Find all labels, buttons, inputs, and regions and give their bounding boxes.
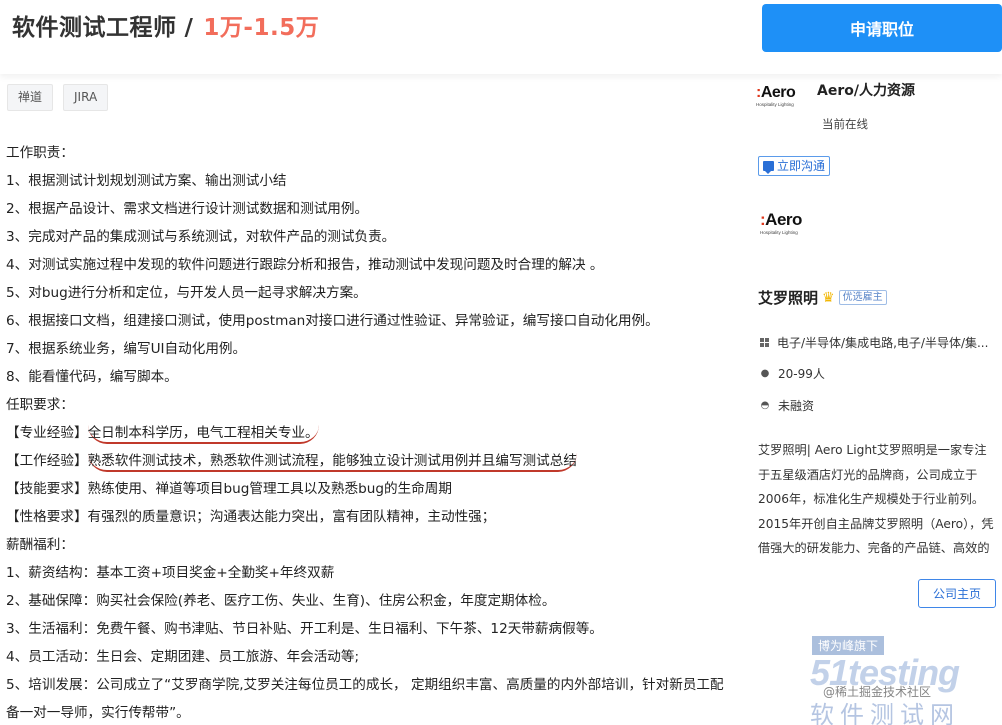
apply-button[interactable]: 申请职位	[762, 4, 1002, 52]
req-text: 全日制本科学历，电气工程相关专业。	[87, 425, 319, 444]
benefit-line: 3、生活福利：免费午餐、购书津贴、节日补贴、开工利是、生日福利、下午茶、12天带…	[6, 621, 603, 637]
watermark-credit: @稀土掘金技术社区	[823, 685, 932, 699]
requirement-education: 【专业经验】全日制本科学历，电气工程相关专业。	[6, 419, 726, 447]
funding-icon: ◓	[760, 399, 770, 411]
desc-line: 任职要求：	[6, 397, 74, 413]
requirement-personality: 【性格要求】有强烈的质量意识；沟通表达能力突出，富有团队精神，主动性强；	[6, 509, 496, 525]
company-name[interactable]: 艾罗照明	[758, 287, 818, 308]
benefit-line: 薪酬福利：	[6, 537, 74, 553]
job-description: 工作职责： 1、根据测试计划规划测试方案、输出测试小结 2、根据产品设计、需求文…	[6, 139, 726, 725]
chat-bubble-icon	[763, 161, 774, 174]
online-status: 当前在线	[822, 117, 868, 131]
benefit-line: 1、薪资结构：基本工资+项目奖金+全勤奖+年终双薪	[6, 565, 335, 581]
requirement-experience: 【工作经验】熟悉软件测试技术，熟悉软件测试流程，能够独立设计测试用例并且编写测试…	[6, 447, 726, 475]
desc-line: 工作职责：	[6, 145, 74, 161]
skill-tags: 禅道 JIRA	[7, 84, 109, 111]
desc-line: 5、对bug进行分析和定位，与开发人员一起寻求解决方案。	[6, 285, 367, 301]
desc-line: 3、完成对产品的集成测试与系统测试，对软件产品的测试负责。	[6, 229, 396, 245]
company-sidebar: :Aero Hospitality Lighting Aero/人力资源 当前在…	[750, 74, 1002, 725]
desc-line: 4、对测试实施过程中发现的软件问题进行跟踪分析和报告，推动测试中发现问题及时合理…	[6, 257, 604, 273]
industry-icon	[760, 338, 769, 347]
desc-line: 7、根据系统业务，编写UI自动化用例。	[6, 341, 247, 357]
req-text: 熟悉软件测试技术，熟悉软件测试流程，能够独立设计测试用例并且编写测试总结	[87, 453, 577, 472]
desc-line: 8、能看懂代码，编写脚本。	[6, 369, 178, 385]
chat-now-button[interactable]: 立即沟通	[758, 156, 831, 176]
benefit-line: 4、员工活动：生日会、定期团建、员工旅游、年会活动等;	[6, 649, 360, 665]
desc-line: 6、根据接口文档，组建接口测试，使用postman对接口进行通过性验证、异常验证…	[6, 313, 659, 329]
skill-tag: 禅道	[7, 84, 54, 111]
people-icon: ●	[760, 367, 770, 379]
job-header: 软件测试工程师 / 1万-1.5万 申请职位	[0, 0, 1002, 74]
company-name-row[interactable]: 艾罗照明 ♛ 优选雇主	[758, 287, 887, 308]
preferred-employer-badge: 优选雇主	[838, 290, 887, 305]
benefit-line: 5、培训发展：公司成立了“艾罗商学院,艾罗关注每位员工的成长， 定期组织丰富、高…	[6, 677, 724, 721]
company-funding: ◓ 未融资	[760, 399, 815, 413]
benefit-line: 2、基础保障：购买社会保险(养老、医疗工伤、失业、生育)、住房公积金，年度定期体…	[6, 593, 556, 609]
req-label: 【工作经验】	[6, 453, 88, 469]
recruiter-logo: :Aero Hospitality Lighting	[756, 84, 812, 128]
skill-tag: JIRA	[63, 84, 109, 111]
title-separator: /	[184, 15, 194, 41]
job-title: 软件测试工程师	[12, 15, 177, 41]
company-home-button[interactable]: 公司主页	[918, 579, 996, 608]
salary: 1万-1.5万	[203, 15, 320, 41]
company-size: ● 20-99人	[760, 367, 825, 381]
company-logo[interactable]: :Aero Hospitality Lighting	[760, 210, 816, 254]
desc-line: 2、根据产品设计、需求文档进行设计测试数据和测试用例。	[6, 201, 369, 217]
requirement-skills: 【技能要求】熟练使用、禅道等项目bug管理工具以及熟悉bug的生命周期	[6, 481, 452, 497]
desc-line: 1、根据测试计划规划测试方案、输出测试小结	[6, 173, 287, 189]
company-intro: 艾罗照明| Aero Light艾罗照明是一家专注于五星级酒店灯光的品牌商，公司…	[758, 443, 994, 555]
req-label: 【专业经验】	[6, 425, 88, 441]
crown-icon: ♛	[822, 289, 835, 306]
chat-label: 立即沟通	[777, 159, 826, 173]
company-industry: 电子/半导体/集成电路,电子/半导体/集...	[760, 334, 988, 351]
job-title-bar: 软件测试工程师 / 1万-1.5万	[12, 8, 319, 42]
recruiter-name: Aero/人力资源	[817, 83, 915, 99]
